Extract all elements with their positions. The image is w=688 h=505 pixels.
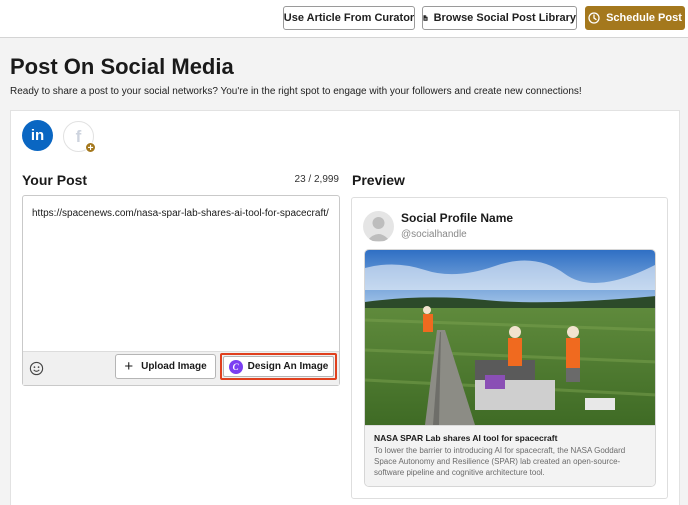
add-facebook-badge[interactable]: + xyxy=(85,142,96,154)
preview-heading: Preview xyxy=(352,172,405,188)
page-subtitle: Ready to share a post to your social net… xyxy=(10,86,582,97)
link-title: NASA SPAR Lab shares AI tool for spacecr… xyxy=(374,433,558,443)
document-icon xyxy=(423,15,428,21)
canva-icon: C xyxy=(228,359,243,374)
your-post-heading: Your Post xyxy=(22,172,88,188)
upload-image-button[interactable]: + Upload Image xyxy=(115,354,216,379)
browse-social-post-library-button[interactable]: Browse Social Post Library xyxy=(422,6,577,30)
link-description: To lower the barrier to introducing AI f… xyxy=(374,446,626,477)
schedule-post-button[interactable]: Schedule Post xyxy=(585,6,685,30)
emoji-icon[interactable] xyxy=(29,361,44,376)
design-an-image-button[interactable]: C Design An Image xyxy=(223,356,334,377)
schedule-post-label: Schedule Post xyxy=(606,12,682,24)
default-avatar-icon xyxy=(367,217,390,241)
character-counter: 23 / 2,999 xyxy=(294,174,339,185)
use-article-from-curator-button[interactable]: Use Article From Curator xyxy=(283,6,415,30)
design-an-image-label: Design An Image xyxy=(247,361,329,372)
profile-name: Social Profile Name xyxy=(401,211,514,225)
upload-image-label: Upload Image xyxy=(141,361,207,372)
clock-icon xyxy=(588,12,600,24)
link-preview-info: NASA SPAR Lab shares AI tool for spacecr… xyxy=(365,425,655,486)
design-image-highlight: C Design An Image xyxy=(220,353,337,380)
composer-toolbar: + Upload Image C Design An Image xyxy=(23,351,339,385)
plus-icon: + xyxy=(124,358,134,375)
avatar xyxy=(363,211,394,242)
page-title: Post On Social Media xyxy=(10,54,234,79)
linkedin-icon[interactable]: in xyxy=(22,120,53,151)
link-preview-card[interactable]: NASA SPAR Lab shares AI tool for spacecr… xyxy=(364,249,656,487)
post-composer: + Upload Image C Design An Image xyxy=(22,195,340,386)
post-text-input[interactable] xyxy=(23,196,339,351)
browse-library-label: Browse Social Post Library xyxy=(433,12,576,24)
top-toolbar: Use Article From Curator Browse Social P… xyxy=(0,0,688,38)
article-image xyxy=(365,250,655,425)
profile-handle: @socialhandle xyxy=(401,229,467,240)
